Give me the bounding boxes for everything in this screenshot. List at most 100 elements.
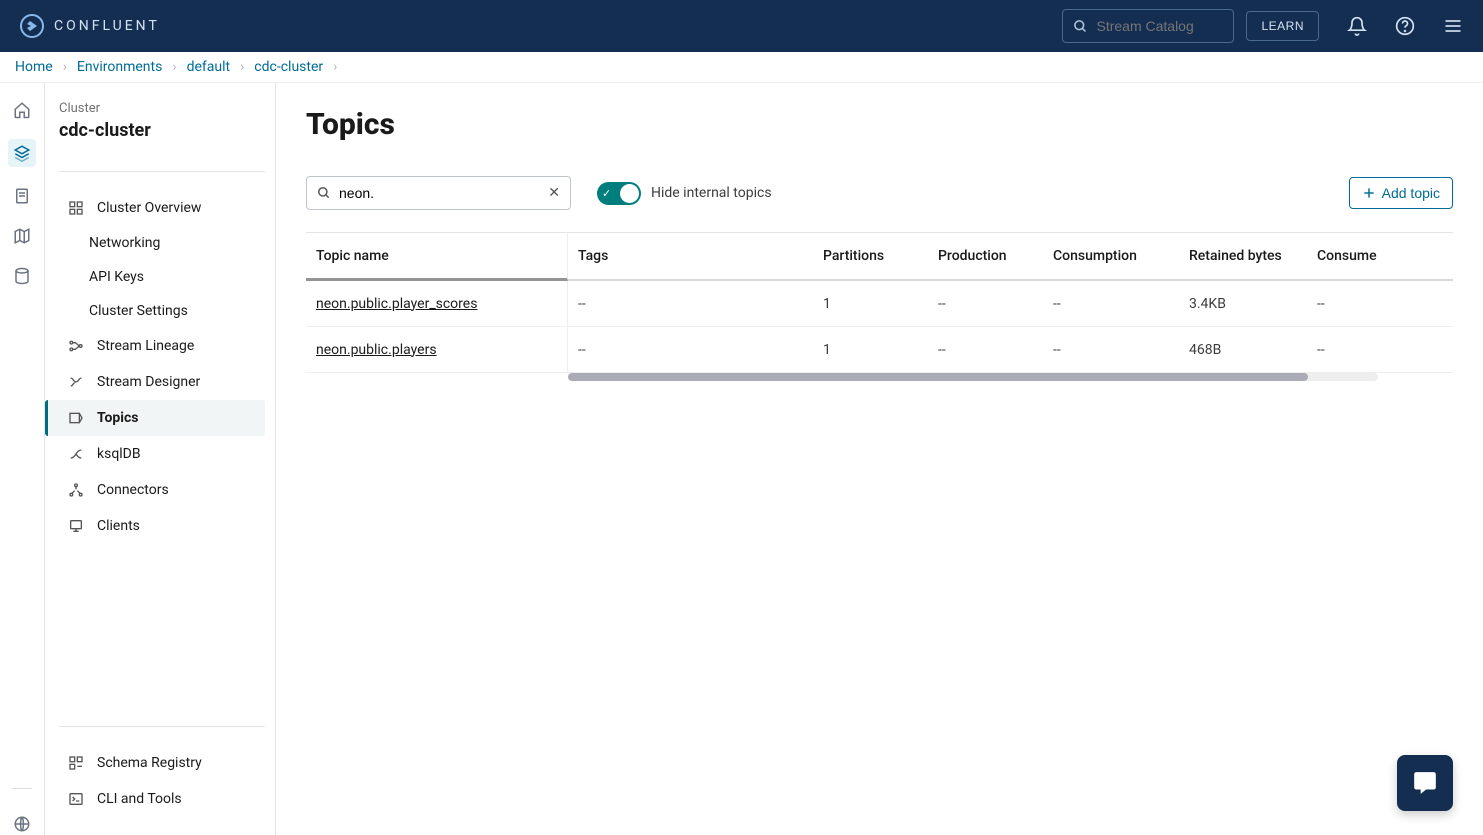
nav-schema-registry[interactable]: Schema Registry <box>59 745 265 781</box>
topic-link[interactable]: neon.public.player_scores <box>316 296 477 312</box>
nav-topics[interactable]: Topics <box>45 400 265 436</box>
col-header[interactable]: Retained bytes <box>1179 248 1307 264</box>
topic-search-input[interactable] <box>339 185 540 201</box>
cell-retained: 468B <box>1179 342 1307 358</box>
home-icon[interactable] <box>11 99 33 121</box>
hide-internal-toggle[interactable]: ✓ <box>597 182 641 205</box>
map-icon[interactable] <box>11 225 33 247</box>
nav-label: Cluster Settings <box>89 303 188 319</box>
sidebar: Cluster cdc-cluster Cluster Overview Net… <box>45 83 276 835</box>
toggle-label: Hide internal topics <box>651 185 772 201</box>
breadcrumb-item[interactable]: default <box>187 59 231 75</box>
chat-widget[interactable] <box>1397 755 1453 811</box>
connectors-icon <box>67 481 85 499</box>
col-header[interactable]: Tags <box>568 248 813 264</box>
nav-cluster-overview[interactable]: Cluster Overview <box>59 190 265 226</box>
globe-icon[interactable] <box>11 813 33 835</box>
cell-production: -- <box>928 342 1043 358</box>
hide-internal-toggle-wrap: ✓ Hide internal topics <box>597 182 772 205</box>
ksql-icon <box>67 445 85 463</box>
environments-icon[interactable] <box>8 139 36 167</box>
designer-icon <box>67 373 85 391</box>
icon-rail <box>0 83 45 835</box>
nav-cluster-settings[interactable]: Cluster Settings <box>59 294 265 328</box>
schema-icon <box>67 754 85 772</box>
topic-link[interactable]: neon.public.players <box>316 342 437 358</box>
cell-tags: -- <box>568 296 813 312</box>
nav-label: CLI and Tools <box>97 791 182 807</box>
plus-icon <box>1362 186 1376 200</box>
breadcrumb-item[interactable]: Home <box>15 59 53 75</box>
nav-stream-lineage[interactable]: Stream Lineage <box>59 328 265 364</box>
cell-tags: -- <box>568 342 813 358</box>
col-header[interactable]: Production <box>928 248 1043 264</box>
nav-label: Schema Registry <box>97 755 202 771</box>
top-bar: CONFLUENT LEARN <box>0 0 1483 52</box>
topic-search[interactable]: ✕ <box>306 176 571 210</box>
nav-cli-tools[interactable]: CLI and Tools <box>59 781 265 817</box>
clear-search-icon[interactable]: ✕ <box>548 185 560 201</box>
nav-stream-designer[interactable]: Stream Designer <box>59 364 265 400</box>
nav-networking[interactable]: Networking <box>59 226 265 260</box>
table-row: neon.public.player_scores -- 1 -- -- 3.4… <box>306 281 1453 327</box>
table-row: neon.public.players -- 1 -- -- 468B -- <box>306 327 1453 373</box>
nav-label: Stream Designer <box>97 374 200 390</box>
menu-icon[interactable] <box>1443 16 1463 36</box>
add-topic-label: Add topic <box>1382 185 1440 201</box>
nav-clients[interactable]: Clients <box>59 508 265 544</box>
cell-retained: 3.4KB <box>1179 296 1307 312</box>
brand-logo[interactable]: CONFLUENT <box>20 14 160 38</box>
nav-label: Cluster Overview <box>97 200 201 216</box>
nav-label: Stream Lineage <box>97 338 194 354</box>
page-title: Topics <box>306 107 1453 142</box>
breadcrumb-item[interactable]: cdc-cluster <box>254 59 323 75</box>
stream-catalog-input[interactable] <box>1096 18 1223 34</box>
add-topic-button[interactable]: Add topic <box>1349 177 1453 209</box>
table-header: Topic name Tags Partitions Production Co… <box>306 233 1453 281</box>
cluster-name: cdc-cluster <box>59 120 265 141</box>
nav-label: ksqlDB <box>97 446 141 462</box>
cell-consumption: -- <box>1043 296 1179 312</box>
learn-button[interactable]: LEARN <box>1246 11 1319 41</box>
main-content: Topics ✕ ✓ Hide internal topics Add topi… <box>276 83 1483 835</box>
col-header[interactable]: Consumption <box>1043 248 1179 264</box>
topics-table: Topic name Tags Partitions Production Co… <box>306 232 1453 381</box>
cell-partitions: 1 <box>813 296 928 312</box>
col-header[interactable]: Consume <box>1307 248 1377 264</box>
cell-consume: -- <box>1307 342 1377 358</box>
breadcrumb: Home› Environments› default› cdc-cluster… <box>0 52 1483 83</box>
database-icon[interactable] <box>11 265 33 287</box>
logo-icon <box>20 14 44 38</box>
topics-icon <box>67 409 85 427</box>
nav-label: Connectors <box>97 482 169 498</box>
nav-connectors[interactable]: Connectors <box>59 472 265 508</box>
check-icon: ✓ <box>602 187 611 200</box>
col-header[interactable]: Topic name <box>306 233 568 281</box>
cell-production: -- <box>928 296 1043 312</box>
controls-row: ✕ ✓ Hide internal topics Add topic <box>306 176 1453 210</box>
nav-api-keys[interactable]: API Keys <box>59 260 265 294</box>
nav-label: Networking <box>89 235 160 251</box>
breadcrumb-item[interactable]: Environments <box>77 59 162 75</box>
search-icon <box>317 186 331 200</box>
cluster-eyebrow: Cluster <box>59 101 265 116</box>
notifications-icon[interactable] <box>1347 16 1367 36</box>
lineage-icon <box>67 337 85 355</box>
nav-ksqldb[interactable]: ksqlDB <box>59 436 265 472</box>
col-header[interactable]: Partitions <box>813 248 928 264</box>
nav-label: Clients <box>97 518 140 534</box>
help-icon[interactable] <box>1395 16 1415 36</box>
document-icon[interactable] <box>11 185 33 207</box>
nav-label: Topics <box>97 410 138 426</box>
search-icon <box>1073 19 1088 34</box>
cli-icon <box>67 790 85 808</box>
horizontal-scrollbar[interactable] <box>568 373 1378 381</box>
brand-name: CONFLUENT <box>54 18 160 34</box>
cell-consumption: -- <box>1043 342 1179 358</box>
grid-icon <box>67 199 85 217</box>
nav-label: API Keys <box>89 269 144 285</box>
cell-consume: -- <box>1307 296 1377 312</box>
cell-partitions: 1 <box>813 342 928 358</box>
stream-catalog-search[interactable] <box>1062 9 1234 43</box>
clients-icon <box>67 517 85 535</box>
